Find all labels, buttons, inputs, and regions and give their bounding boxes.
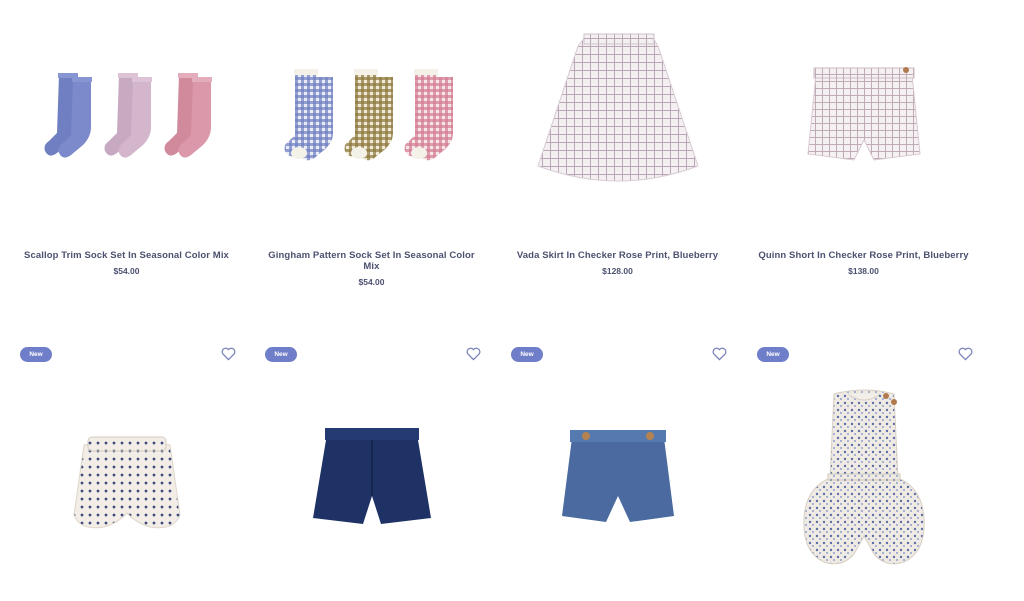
skirt-icon (536, 33, 699, 182)
product-image[interactable] (741, 358, 986, 601)
romper-icon (802, 389, 925, 564)
product-price: $54.00 (113, 266, 140, 276)
product-image[interactable] (249, 0, 494, 240)
product-title[interactable]: Gingham Pattern Sock Set In Seasonal Col… (261, 250, 482, 272)
chambray-short-icon (561, 429, 674, 522)
product-card[interactable]: Vada Skirt In Checker Rose Print, Bluebe… (495, 0, 740, 300)
product-image[interactable] (495, 358, 740, 601)
short-icon (806, 67, 921, 161)
bloomer-icon (72, 436, 181, 528)
product-card[interactable]: Gingham Pattern Sock Set In Seasonal Col… (249, 0, 494, 300)
product-price: $54.00 (358, 277, 385, 287)
product-price: $128.00 (602, 266, 633, 276)
product-price: $138.00 (848, 266, 879, 276)
product-grid: Scallop Trim Sock Set In Seasonal Color … (0, 0, 1024, 601)
product-card[interactable]: Scallop Trim Sock Set In Seasonal Color … (4, 0, 249, 300)
product-title[interactable]: Quinn Short In Checker Rose Print, Blueb… (753, 250, 974, 261)
product-image[interactable] (495, 0, 740, 240)
product-image[interactable] (4, 0, 249, 240)
product-title[interactable]: Vada Skirt In Checker Rose Print, Bluebe… (507, 250, 728, 261)
product-image[interactable] (4, 358, 249, 601)
product-card[interactable]: New (249, 338, 494, 601)
gingham-sock-set-icon (284, 69, 453, 161)
product-card[interactable]: Quinn Short In Checker Rose Print, Blueb… (741, 0, 986, 300)
product-image[interactable] (249, 358, 494, 601)
product-card[interactable]: New (4, 338, 249, 601)
product-card[interactable]: New (741, 338, 986, 601)
product-image[interactable] (741, 0, 986, 240)
sock-set-icon (44, 73, 212, 158)
product-card[interactable]: New (495, 338, 740, 601)
product-title[interactable]: Scallop Trim Sock Set In Seasonal Color … (16, 250, 237, 261)
denim-short-icon (312, 427, 431, 524)
